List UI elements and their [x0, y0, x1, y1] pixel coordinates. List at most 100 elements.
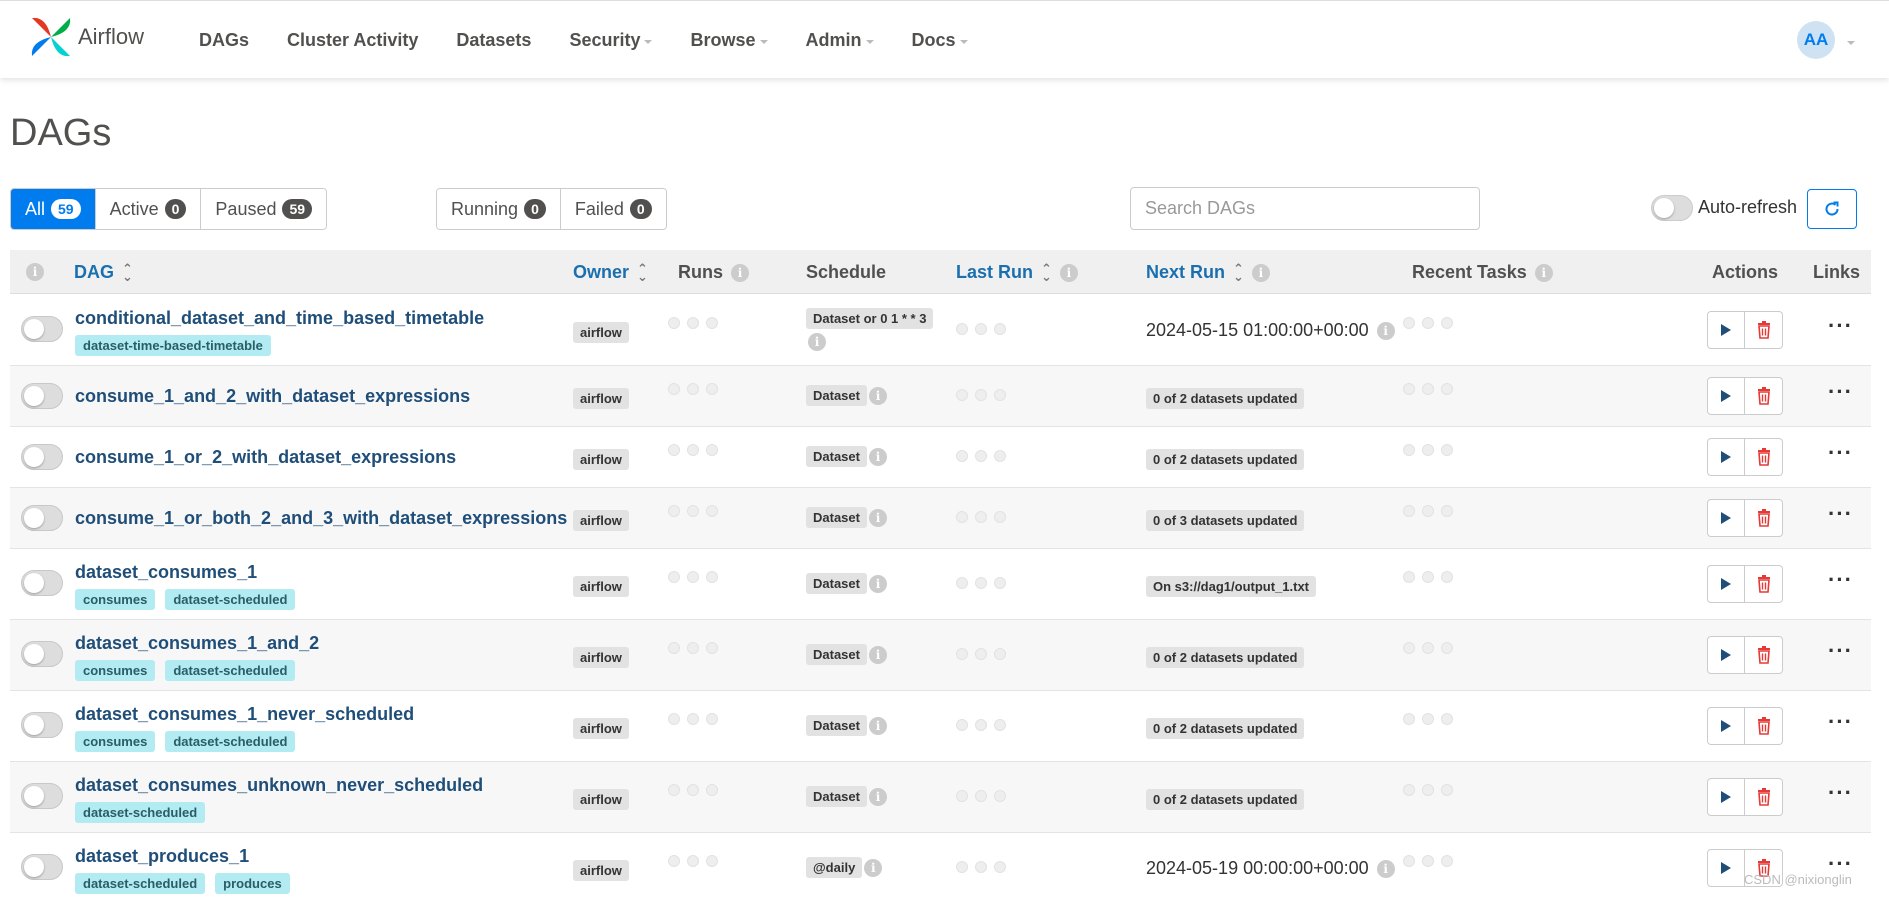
delete-dag-button[interactable]: [1745, 636, 1783, 674]
refresh-button[interactable]: [1807, 189, 1857, 229]
next-run-datasets-badge[interactable]: 0 of 2 datasets updated: [1146, 449, 1305, 470]
pause-toggle[interactable]: [21, 444, 63, 470]
column-header-next-run[interactable]: Next Run ⌃ ⌄ i: [1146, 262, 1270, 283]
dag-tag[interactable]: consumes: [75, 731, 156, 752]
schedule-info-icon[interactable]: i: [868, 716, 887, 735]
trigger-dag-button[interactable]: [1707, 377, 1745, 415]
owner-badge[interactable]: airflow: [573, 718, 629, 739]
user-menu-chevron-down-icon[interactable]: [1847, 41, 1855, 45]
next-run-datasets-badge[interactable]: On s3://dag1/output_1.txt: [1146, 576, 1317, 597]
trigger-dag-button[interactable]: [1707, 311, 1745, 349]
delete-dag-button[interactable]: [1745, 377, 1783, 415]
owner-badge[interactable]: airflow: [573, 510, 629, 531]
filter-active-button[interactable]: Active 0: [95, 189, 202, 229]
nav-item-security[interactable]: Security: [550, 30, 671, 51]
next-run-datasets-badge[interactable]: 0 of 2 datasets updated: [1146, 388, 1305, 409]
delete-dag-button[interactable]: [1745, 311, 1783, 349]
schedule-badge[interactable]: Dataset or 0 1 * * 3: [806, 308, 934, 329]
delete-dag-button[interactable]: [1745, 565, 1783, 603]
delete-dag-button[interactable]: [1745, 438, 1783, 476]
links-more-icon[interactable]: ···: [1828, 501, 1853, 527]
links-more-icon[interactable]: ···: [1828, 780, 1853, 806]
column-header-dag[interactable]: DAG ⌃ ⌄: [74, 262, 133, 283]
pause-toggle[interactable]: [21, 316, 63, 342]
schedule-info-icon[interactable]: i: [808, 333, 826, 351]
delete-dag-button[interactable]: [1745, 707, 1783, 745]
schedule-badge[interactable]: Dataset: [806, 446, 867, 467]
schedule-info-icon[interactable]: i: [868, 645, 887, 664]
owner-badge[interactable]: airflow: [573, 576, 629, 597]
dag-tag[interactable]: dataset-scheduled: [165, 660, 296, 681]
column-header-last-run[interactable]: Last Run ⌃ ⌄ i: [956, 262, 1078, 283]
trigger-dag-button[interactable]: [1707, 499, 1745, 537]
schedule-badge[interactable]: Dataset: [806, 507, 867, 528]
next-run-info-icon[interactable]: i: [1376, 321, 1395, 340]
dag-link[interactable]: consume_1_and_2_with_dataset_expressions: [75, 386, 470, 407]
owner-badge[interactable]: airflow: [573, 860, 629, 881]
next-run-info-icon[interactable]: i: [1251, 263, 1270, 282]
recent-tasks-info-icon[interactable]: i: [1534, 263, 1553, 282]
dag-tag[interactable]: dataset-scheduled: [75, 873, 206, 894]
dag-tag[interactable]: consumes: [75, 660, 156, 681]
pause-toggle[interactable]: [21, 854, 63, 880]
links-more-icon[interactable]: ···: [1828, 709, 1853, 735]
schedule-badge[interactable]: Dataset: [806, 644, 867, 665]
trigger-dag-button[interactable]: [1707, 636, 1745, 674]
trigger-dag-button[interactable]: [1707, 707, 1745, 745]
toggle-column-info-icon[interactable]: i: [26, 263, 44, 281]
dag-link[interactable]: dataset_consumes_1_and_2: [75, 633, 319, 654]
dag-link[interactable]: dataset_consumes_1: [75, 562, 257, 583]
filter-failed-button[interactable]: Failed 0: [560, 189, 666, 229]
links-more-icon[interactable]: ···: [1828, 313, 1853, 339]
trigger-dag-button[interactable]: [1707, 565, 1745, 603]
owner-badge[interactable]: airflow: [573, 789, 629, 810]
dag-link[interactable]: dataset_consumes_1_never_scheduled: [75, 704, 414, 725]
next-run-datasets-badge[interactable]: 0 of 2 datasets updated: [1146, 789, 1305, 810]
nav-item-browse[interactable]: Browse: [671, 30, 786, 51]
schedule-info-icon[interactable]: i: [868, 574, 887, 593]
next-run-datasets-badge[interactable]: 0 of 2 datasets updated: [1146, 718, 1305, 739]
pause-toggle[interactable]: [21, 783, 63, 809]
nav-item-cluster-activity[interactable]: Cluster Activity: [268, 30, 437, 51]
dag-link[interactable]: dataset_produces_1: [75, 846, 249, 867]
trigger-dag-button[interactable]: [1707, 778, 1745, 816]
dag-tag[interactable]: produces: [215, 873, 290, 894]
pause-toggle[interactable]: [21, 383, 63, 409]
trigger-dag-button[interactable]: [1707, 438, 1745, 476]
filter-all-button[interactable]: All 59: [11, 189, 96, 229]
delete-dag-button[interactable]: [1745, 778, 1783, 816]
last-run-info-icon[interactable]: i: [1059, 263, 1078, 282]
dag-link[interactable]: dataset_consumes_unknown_never_scheduled: [75, 775, 483, 796]
runs-info-icon[interactable]: i: [731, 263, 749, 282]
schedule-info-icon[interactable]: i: [868, 447, 887, 466]
filter-running-button[interactable]: Running 0: [437, 189, 561, 229]
trigger-dag-button[interactable]: [1707, 849, 1745, 887]
next-run-datasets-badge[interactable]: 0 of 3 datasets updated: [1146, 510, 1305, 531]
dag-tag[interactable]: dataset-scheduled: [165, 731, 296, 752]
links-more-icon[interactable]: ···: [1828, 379, 1853, 405]
schedule-info-icon[interactable]: i: [868, 386, 887, 405]
dag-tag[interactable]: consumes: [75, 589, 156, 610]
dag-tag[interactable]: dataset-scheduled: [75, 802, 206, 823]
owner-badge[interactable]: airflow: [573, 388, 629, 409]
nav-item-docs[interactable]: Docs: [893, 30, 987, 51]
schedule-badge[interactable]: @daily: [806, 857, 863, 878]
dag-tag[interactable]: dataset-scheduled: [165, 589, 296, 610]
schedule-info-icon[interactable]: i: [868, 787, 887, 806]
nav-item-dags[interactable]: DAGs: [180, 30, 268, 51]
dag-link[interactable]: consume_1_or_2_with_dataset_expressions: [75, 447, 456, 468]
pause-toggle[interactable]: [21, 570, 63, 596]
schedule-badge[interactable]: Dataset: [806, 573, 867, 594]
owner-badge[interactable]: airflow: [573, 322, 629, 343]
schedule-badge[interactable]: Dataset: [806, 385, 867, 406]
pause-toggle[interactable]: [21, 505, 63, 531]
column-header-owner[interactable]: Owner ⌃ ⌄: [573, 262, 648, 283]
delete-dag-button[interactable]: [1745, 499, 1783, 537]
schedule-badge[interactable]: Dataset: [806, 786, 867, 807]
schedule-info-icon[interactable]: i: [864, 858, 883, 877]
dag-link[interactable]: conditional_dataset_and_time_based_timet…: [75, 308, 484, 329]
schedule-badge[interactable]: Dataset: [806, 715, 867, 736]
schedule-info-icon[interactable]: i: [868, 508, 887, 527]
filter-paused-button[interactable]: Paused 59: [201, 189, 327, 229]
dag-tag[interactable]: dataset-time-based-timetable: [75, 335, 271, 356]
